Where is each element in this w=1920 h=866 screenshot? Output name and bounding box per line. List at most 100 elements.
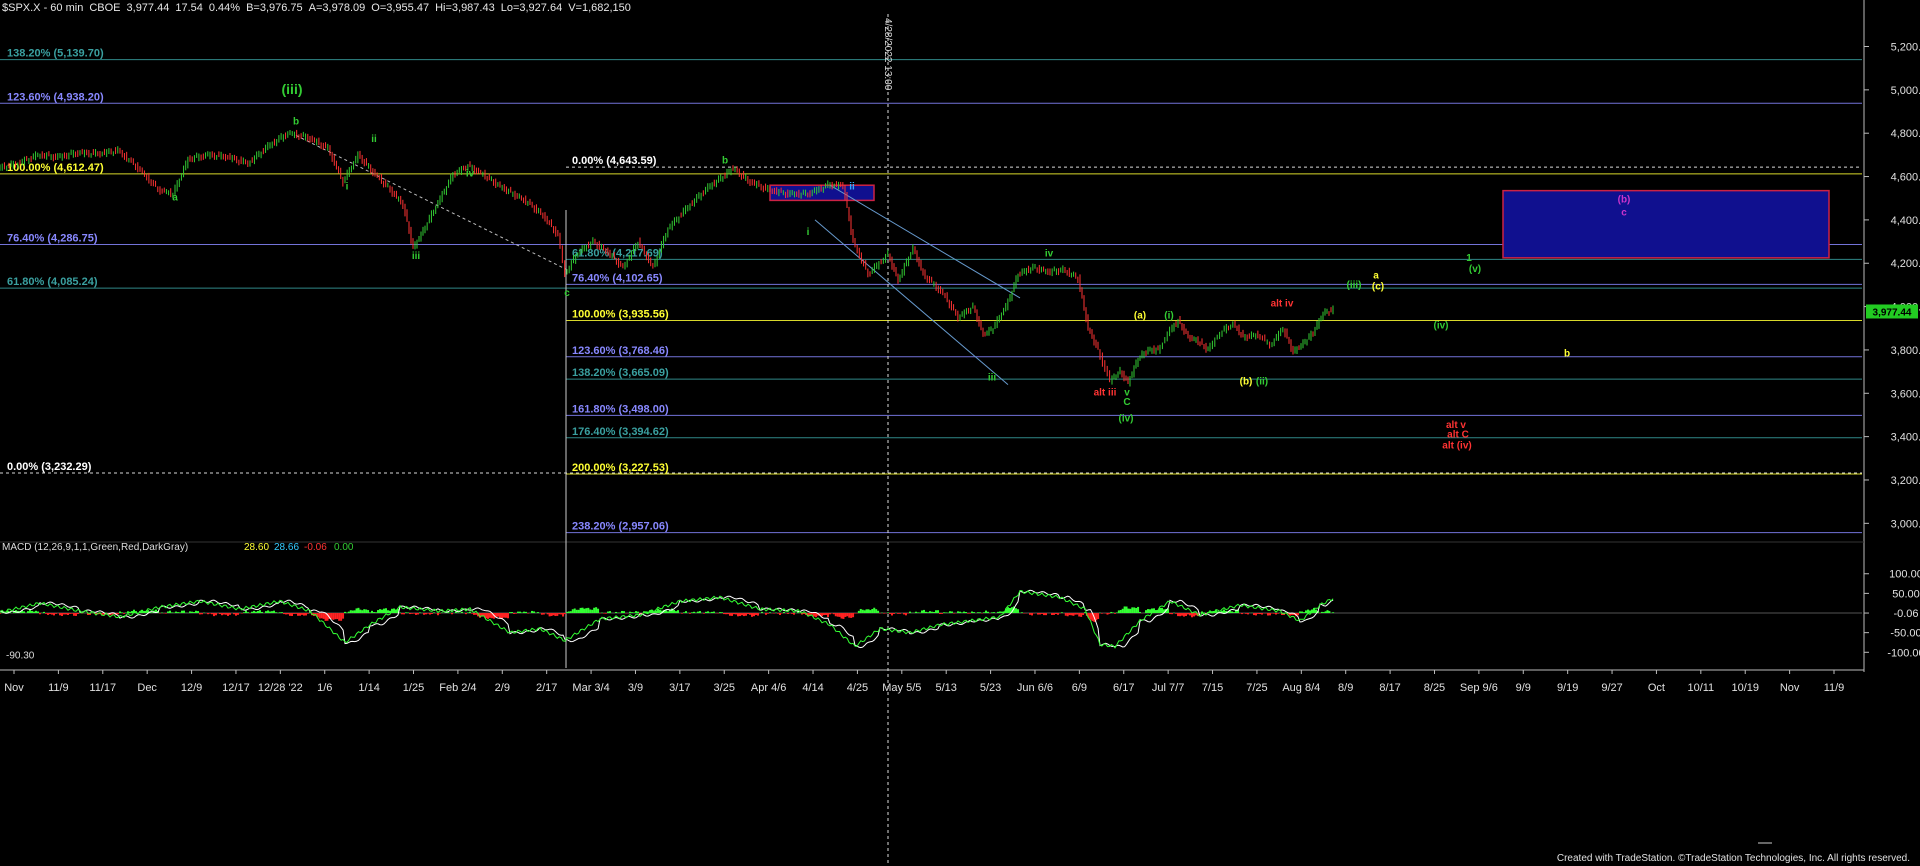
fib-level-label: 138.20% (5,139.70) (7, 48, 104, 60)
wave-label: a (1373, 270, 1379, 281)
macd-value: 0.00 (334, 542, 354, 553)
macd-tick-label: -0.06 (1893, 608, 1918, 620)
large-target-box (1502, 189, 1830, 259)
price-tick-label: 4,800.00 (1891, 128, 1920, 140)
time-tick-label: 5/13 (935, 682, 956, 694)
trend-line (295, 134, 568, 271)
fib-level-label: 200.00% (3,227.53) (572, 462, 669, 474)
wave-label: iv (1045, 249, 1054, 260)
time-tick-label: 11/9 (1824, 682, 1845, 694)
wave-label: (b) (1618, 195, 1631, 206)
time-tick-label: 6/17 (1113, 682, 1134, 694)
fib-level-label: 0.00% (4,643.59) (572, 155, 657, 167)
fib-level-label: 123.60% (3,768.46) (572, 345, 669, 357)
wave-label: ii (849, 182, 855, 193)
time-tick-label: 5/23 (980, 682, 1001, 694)
wave-label: i (346, 182, 349, 193)
wave-label: (ii) (1256, 377, 1268, 388)
wave-label: b (1564, 348, 1570, 359)
time-tick-label: Dec (137, 682, 157, 694)
price-tick-label: 3,800.00 (1891, 345, 1920, 357)
time-tick-label: 11/17 (89, 682, 116, 694)
time-tick-label: 1/14 (358, 682, 379, 694)
wave-label: (iv) (1119, 413, 1134, 424)
time-tick-label: 10/19 (1731, 682, 1759, 694)
last-price-value: 3,977.44 (1873, 307, 1912, 318)
wave-label: b (293, 117, 299, 128)
wave-label: (c) (1372, 281, 1384, 292)
wave-label: alt iii (1094, 387, 1117, 398)
price-tick-label: 3,200.00 (1891, 475, 1920, 487)
time-tick-label: Aug 8/4 (1282, 682, 1320, 694)
wave-label: (b) (1240, 377, 1253, 388)
time-tick-label: 9/27 (1601, 682, 1622, 694)
wave-label: (v) (1469, 264, 1481, 275)
macd-line (0, 589, 1334, 649)
price-chart[interactable]: 3,000.00 3,200.00 3,400.00 3,600.00 3,800.00… (0, 0, 1920, 866)
wave-label: iii (988, 372, 997, 383)
wave-label: (iii) (282, 81, 303, 97)
macd-value: 28.60 (244, 542, 269, 553)
wave-label: b (722, 156, 728, 167)
fib-level-label: 76.40% (4,102.65) (572, 272, 663, 284)
time-tick-label: Jun 6/6 (1017, 682, 1053, 694)
time-tick-label: Feb 2/4 (439, 682, 476, 694)
time-tick-label: 8/17 (1379, 682, 1400, 694)
time-tick-label: 3/17 (669, 682, 690, 694)
fib-level-label: 0.00% (3,232.29) (7, 461, 92, 473)
macd-tick-label: 50.00 (1892, 588, 1920, 600)
time-tick-label: 12/28 '22 (258, 682, 303, 694)
time-tick-label: 4/14 (802, 682, 823, 694)
wave-label: 1 (1466, 253, 1472, 264)
price-tick-label: 4,600.00 (1891, 172, 1920, 184)
time-marker-label: 4/28/2022 13:00 (882, 18, 893, 91)
wave-label: alt (iv) (1442, 441, 1471, 452)
time-tick-label: 12/17 (222, 682, 250, 694)
time-tick-label: 8/9 (1338, 682, 1353, 694)
wave-label: ii (371, 134, 377, 145)
time-tick-label: Sep 9/6 (1460, 682, 1498, 694)
time-tick-label: 12/9 (181, 682, 202, 694)
time-tick-label: Jul 7/7 (1152, 682, 1184, 694)
fib-level-label: 76.40% (4,286.75) (7, 232, 98, 244)
time-tick-label: 2/9 (495, 682, 510, 694)
fib-level-label: 123.60% (4,938.20) (7, 91, 104, 103)
wave-label: (i) (1164, 311, 1173, 322)
fib-level-label: 100.00% (4,612.47) (7, 162, 104, 174)
time-tick-label: 2/17 (536, 682, 557, 694)
time-tick-label: 3/25 (714, 682, 735, 694)
time-tick-label: May 5/5 (882, 682, 921, 694)
time-tick-label: 1/25 (403, 682, 424, 694)
fib-level-label: 238.20% (2,957.06) (572, 521, 669, 533)
wave-label: C (1123, 397, 1130, 408)
time-tick-label: 3/9 (628, 682, 643, 694)
fib-level-label: 100.00% (3,935.56) (572, 309, 669, 321)
wave-label: alt C (1447, 430, 1469, 441)
price-tick-label: 3,600.00 (1891, 388, 1920, 400)
price-tick-label: 3,000.00 (1891, 518, 1920, 530)
macd-value: -0.06 (304, 542, 327, 553)
wave-label: iv (466, 169, 475, 180)
macd-min-label: -90.30 (6, 650, 35, 661)
macd-tick-label: -100.00 (1887, 647, 1920, 659)
macd-value: 28.66 (274, 542, 299, 553)
wave-label: (iii) (1347, 280, 1362, 291)
macd-title: MACD (12,26,9,1,1,Green,Red,DarkGray) (2, 542, 188, 553)
time-tick-label: Mar 3/4 (572, 682, 609, 694)
macd-tick-label: -50.00 (1890, 628, 1920, 640)
time-tick-label: 6/9 (1072, 682, 1087, 694)
time-tick-label: 8/25 (1424, 682, 1445, 694)
time-tick-label: 7/25 (1246, 682, 1267, 694)
wave-label: alt iv (1271, 299, 1294, 310)
channel-upper (829, 184, 1021, 299)
fib-level-label: 161.80% (3,498.00) (572, 403, 669, 415)
wave-label: a (172, 192, 178, 203)
time-tick-label: 7/15 (1202, 682, 1223, 694)
time-tick-label: Oct (1648, 682, 1665, 694)
wave-label: c (1621, 208, 1627, 219)
wave-label: (a) (1134, 311, 1146, 322)
time-tick-label: 10/11 (1687, 682, 1714, 694)
price-tick-label: 5,200.00 (1891, 42, 1920, 54)
time-tick-label: 9/9 (1516, 682, 1531, 694)
time-tick-label: Nov (4, 682, 24, 694)
